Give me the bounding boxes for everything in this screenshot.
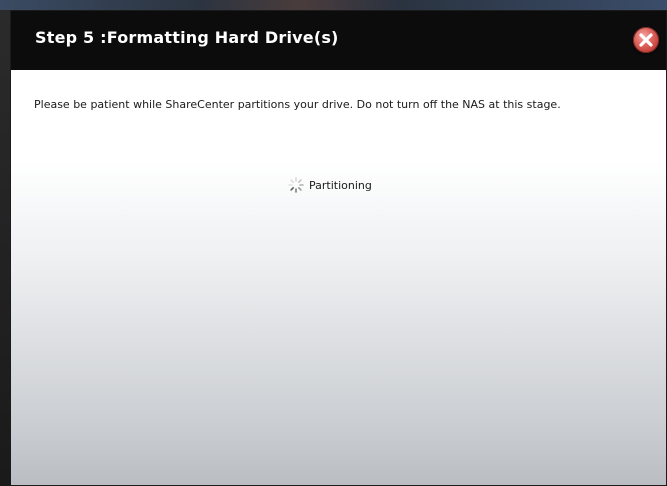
close-icon bbox=[639, 33, 653, 47]
formatting-dialog: Step 5 :Formatting Hard Drive(s) Please … bbox=[10, 10, 667, 486]
status-label: Partitioning bbox=[309, 178, 372, 192]
dialog-message: Please be patient while ShareCenter part… bbox=[34, 98, 561, 111]
close-button[interactable] bbox=[633, 27, 659, 53]
background-sidebar-edge bbox=[0, 10, 10, 486]
loading-spinner-icon bbox=[288, 177, 304, 193]
background-desktop bbox=[0, 0, 667, 10]
progress-status: Partitioning bbox=[287, 176, 372, 194]
dialog-titlebar: Step 5 :Formatting Hard Drive(s) bbox=[11, 11, 666, 70]
dialog-title: Step 5 :Formatting Hard Drive(s) bbox=[35, 28, 339, 47]
